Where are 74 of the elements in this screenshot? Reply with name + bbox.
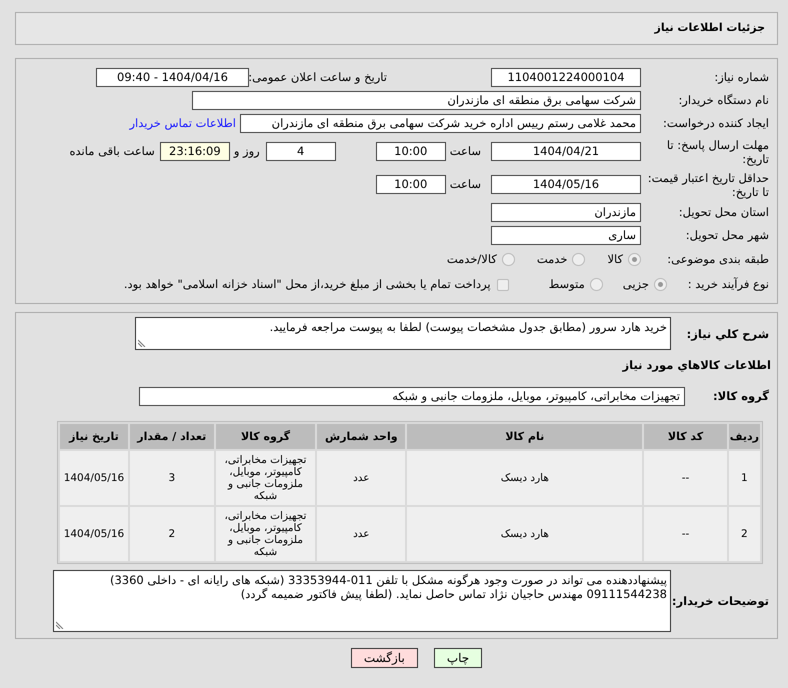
table-cell: --	[644, 451, 727, 506]
table-cell: هارد دیسک	[407, 507, 642, 562]
time-field[interactable]: 10:00	[376, 175, 446, 194]
goods-group-field[interactable]: تجهیزات مخابراتی، کامپیوتر، موبایل، ملزومات جانبی و شبکه	[139, 387, 685, 406]
field-label: شماره نیاز:	[713, 68, 770, 86]
column-header: ردیف	[728, 424, 760, 450]
remaining-time-field[interactable]: 23:16:09	[160, 142, 230, 161]
time-label: ساعت	[450, 176, 481, 193]
announce-date-field[interactable]: 1404/04/16 - 09:40	[96, 68, 249, 87]
column-header: واحد شمارش	[317, 424, 406, 450]
radio-label: کالا/خدمت	[446, 250, 497, 268]
table-cell: هارد دیسک	[407, 451, 642, 506]
table-cell: 2	[130, 507, 214, 562]
buyer-org-field[interactable]: شرکت سهامی برق منطقه ای مازندران	[192, 91, 641, 110]
field-label: استان محل تحویل:	[678, 204, 770, 221]
province-field[interactable]: مازندران	[491, 203, 641, 222]
section-heading: اطلاعات کالاهاي مورد نیاز	[622, 357, 771, 374]
city-field[interactable]: ساری	[491, 226, 641, 245]
radio-label: کالا	[607, 250, 623, 268]
radio-label: جزیی	[622, 276, 649, 293]
column-header: نام کالا	[407, 424, 642, 450]
column-header: گروه کالا	[216, 424, 316, 450]
radio-button[interactable]	[654, 278, 667, 291]
need-number-field[interactable]: 1104001224000104	[491, 68, 641, 87]
description-text: خرید هارد سرور (مطابق جدول مشخصات پیوست) لطفا به پیوست مراجعه فرمایید.	[270, 320, 667, 334]
field-label: ایجاد کننده درخواست:	[662, 114, 770, 132]
table-cell: 1	[728, 451, 760, 506]
buyer-contact-link[interactable]: اطلاعات تماس خریدار	[129, 114, 236, 132]
buyer-notes-text: پیشنهاددهنده می تواند در صورت وجود هرگونه مشکل با تلفن 011-33353944 (شبکه های رایانه ای - داخلی 3360) 09111544238 مهندس حاجیان نژاد تماس حاصل نماید. (لطفا پیش فاکتور ضمیمه گردد)	[110, 573, 667, 602]
field-label: نوع فرآیند خرید :	[686, 276, 770, 293]
time-label: ساعت	[450, 142, 481, 160]
field-label: شهر محل تحویل:	[684, 226, 770, 244]
field-label: شرح کلي نیاز:	[686, 326, 770, 343]
field-label: توضیحات خریدار:	[671, 592, 770, 610]
field-label: نام دستگاه خریدار:	[677, 92, 770, 109]
checkbox[interactable]	[496, 278, 509, 290]
buyer-notes-textarea[interactable]: پیشنهاددهنده می تواند در صورت وجود هرگونه مشکل با تلفن 011-33353944 (شبکه های رایانه ای - داخلی 3360) 09111544238 مهندس حاجیان نژاد تماس حاصل نماید. (لطفا پیش فاکتور ضمیمه گردد)	[53, 570, 671, 632]
days-field[interactable]: 4	[266, 142, 336, 161]
column-header: تاریخ نیاز	[60, 424, 128, 450]
table-cell: تجهیزات مخابراتی، کامپیوتر، موبایل، ملزومات جانبی و شبکه	[216, 507, 316, 562]
days-label: روز و	[234, 142, 260, 160]
radio-label: متوسط	[548, 276, 585, 293]
requester-field[interactable]: محمد غلامی رستم رییس اداره خرید شرکت سهامی برق منطقه ای مازندران	[240, 114, 641, 133]
resize-grip-icon[interactable]	[138, 339, 146, 347]
radio-button[interactable]	[590, 278, 603, 291]
radio-button[interactable]	[628, 253, 641, 266]
radio-button[interactable]	[572, 253, 586, 266]
table-cell: عدد	[317, 451, 406, 506]
table-cell: 1404/05/16	[60, 451, 128, 506]
print-button[interactable]: چاپ	[434, 648, 482, 668]
table-cell: تجهیزات مخابراتی، کامپیوتر، موبایل، ملزومات جانبی و شبکه	[216, 451, 316, 506]
date-field[interactable]: 1404/04/21	[491, 142, 641, 161]
radio-button[interactable]	[502, 253, 515, 266]
back-button[interactable]: بازگشت	[350, 648, 418, 668]
field-label: حداقل تاریخ اعتبار قیمت: تا تاریخ:	[646, 170, 770, 198]
page-title: جزئیات اطلاعات نیاز	[654, 20, 765, 36]
resize-grip-icon[interactable]	[56, 621, 64, 630]
checkbox-label: پرداخت تمام یا بخشی از مبلغ خرید،از محل "اسناد خزانه اسلامی" خواهد بود.	[124, 276, 491, 293]
table-cell: عدد	[317, 507, 406, 562]
table-cell: 3	[130, 451, 214, 506]
field-label: تاریخ و ساعت اعلان عمومی:	[249, 68, 387, 86]
field-label: طبقه بندی موضوعی:	[666, 250, 770, 268]
column-header: تعداد / مقدار	[130, 424, 214, 450]
radio-label: خدمت	[536, 250, 568, 268]
table-cell: 2	[728, 507, 760, 562]
field-label: گروه کالا:	[712, 388, 770, 406]
remaining-label: ساعت باقی مانده	[70, 142, 155, 160]
field-label: مهلت ارسال پاسخ: تا تاریخ:	[666, 138, 770, 166]
table-cell: --	[644, 507, 727, 562]
table-cell: 1404/05/16	[60, 507, 128, 562]
date-field[interactable]: 1404/05/16	[491, 175, 641, 194]
column-header: کد کالا	[644, 424, 727, 450]
time-field[interactable]: 10:00	[376, 142, 446, 161]
description-textarea[interactable]: خرید هارد سرور (مطابق جدول مشخصات پیوست) لطفا به پیوست مراجعه فرمایید.	[135, 317, 671, 350]
